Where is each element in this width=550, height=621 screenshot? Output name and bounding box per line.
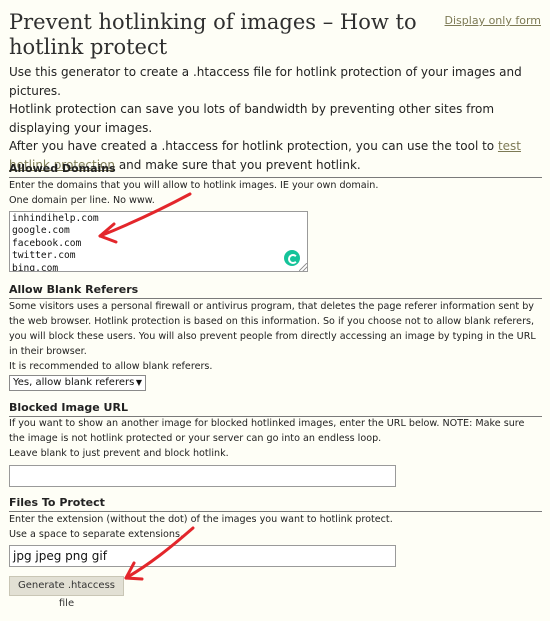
domain-line: bing.com	[12, 262, 59, 272]
files-heading: Files To Protect	[9, 496, 542, 512]
files-description: Enter the extension (without the dot) of…	[9, 514, 393, 540]
blank-referers-heading: Allow Blank Referers	[9, 283, 542, 299]
files-extensions-input[interactable]: jpg jpeg png gif	[9, 545, 396, 567]
resize-grip-icon[interactable]	[299, 263, 307, 271]
domain-line: google.com	[12, 225, 70, 237]
generate-htaccess-button[interactable]: Generate .htaccess file	[9, 576, 124, 609]
allowed-domains-textarea[interactable]: inhindihelp.com google.com facebook.com …	[9, 211, 308, 272]
blocked-url-description: If you want to show an another image for…	[9, 418, 525, 459]
chevron-down-icon: ▼	[135, 378, 142, 387]
intro-text: Use this generator to create a .htaccess…	[9, 65, 522, 172]
page-title: Prevent hotlinking of images – How to ho…	[9, 10, 417, 59]
blocked-url-input[interactable]	[9, 465, 396, 487]
allowed-domains-description: Enter the domains that you will allow to…	[9, 180, 379, 206]
allowed-domains-heading: Allowed Domains	[9, 162, 542, 178]
domain-line: twitter.com	[12, 250, 76, 262]
blocked-url-heading: Blocked Image URL	[9, 401, 542, 417]
display-only-form-link[interactable]: Display only form	[445, 14, 541, 27]
domain-line: inhindihelp.com	[12, 213, 99, 224]
blank-referers-description: Some visitors uses a personal firewall o…	[9, 301, 536, 372]
domain-line: facebook.com	[12, 237, 82, 249]
page: Prevent hotlinking of images – How to ho…	[0, 0, 550, 621]
blank-referers-select[interactable]: Yes, allow blank referers ▼	[9, 375, 146, 391]
grammarly-icon[interactable]	[284, 250, 300, 266]
